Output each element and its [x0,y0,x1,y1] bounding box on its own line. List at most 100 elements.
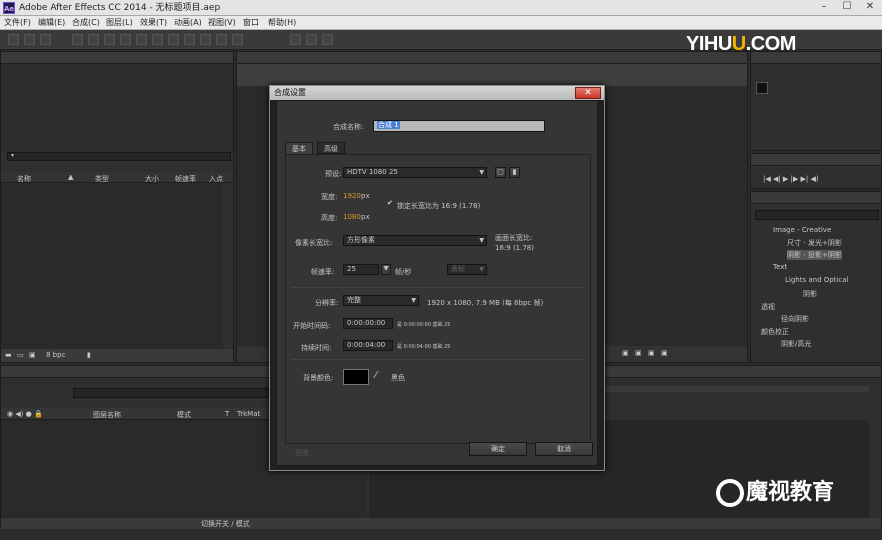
effect-item[interactable]: 颜色校正 [761,327,789,337]
project-panel-header [1,52,233,64]
duration-input[interactable]: 0:00:04:00 [343,340,393,351]
effect-item[interactable]: Image - Creative [773,226,831,234]
selection-tool-icon[interactable] [8,34,19,45]
eyedropper-icon[interactable]: ⁄ [375,370,377,381]
menu-composition[interactable]: 合成(C) [72,17,100,29]
ae-app-icon: Ae [3,2,15,14]
preview-checkbox-label[interactable]: 预览 [295,448,309,458]
new-folder-icon[interactable]: ▭ [17,351,24,359]
par-select[interactable]: 方形像素 ▼ [343,235,487,246]
clone-tool-icon[interactable] [184,34,195,45]
effect-item[interactable]: Lights and Optical [785,276,848,284]
width-label: 宽度: [321,193,338,201]
close-icon[interactable]: ✕ [859,0,881,14]
timeline-icon[interactable]: ▣ [648,349,655,357]
effects-search-input[interactable] [755,210,879,220]
height-unit: px [361,213,370,221]
effect-item[interactable]: 阴影 [803,289,817,299]
resolution-select[interactable]: 完整 ▼ [343,295,419,306]
title-bar: Ae Adobe After Effects CC 2014 - 无标题项目.a… [0,0,882,16]
menu-animation[interactable]: 动画(A) [174,17,202,29]
menu-file[interactable]: 文件(F) [4,17,31,29]
bg-color-swatch[interactable] [343,369,369,385]
new-comp-icon[interactable]: ▣ [29,351,36,359]
resolution-info: 1920 x 1080, 7.9 MB (每 8bpc 帧) [427,299,544,307]
puppet-tool-icon[interactable] [232,34,243,45]
moshi-watermark: 魔视教育 [716,474,834,507]
save-preset-icon[interactable]: ▢ [495,167,506,178]
menu-help[interactable]: 帮助(H) [268,17,296,29]
menu-view[interactable]: 视图(V) [208,17,236,29]
preview-panel-header [751,154,881,166]
bpc-label[interactable]: 8 bpc [46,351,65,359]
toggle-switches-modes[interactable]: 切换开关 / 模式 [201,519,250,529]
brush-tool-icon[interactable] [168,34,179,45]
preset-select[interactable]: HDTV 1080 25 ▼ [343,167,487,178]
lock-aspect-checkbox[interactable]: ✔ [387,199,393,207]
maximize-icon[interactable]: ☐ [836,0,858,14]
delete-icon[interactable]: ▮ [87,351,91,359]
menu-effect[interactable]: 效果(T) [140,17,167,29]
hand-tool-icon[interactable] [24,34,35,45]
pan-behind-tool-icon[interactable] [104,34,115,45]
dialog-close-button[interactable]: ✕ [575,87,601,99]
column-layer-name[interactable]: 图层名称 [93,410,121,420]
menu-window[interactable]: 窗口 [243,17,259,29]
effects-panel-header [751,192,881,204]
axis-icon[interactable] [306,34,317,45]
height-value[interactable]: 1080 [343,213,361,221]
project-panel: ▾ 名称 ▲ 类型 大小 帧速率 入点 ▬ ▭ ▣ 8 bpc ▮ [0,51,234,363]
effect-item[interactable]: 透视 [761,302,775,312]
sort-asc-icon[interactable]: ▲ [68,173,73,181]
tab-basic[interactable]: 基本 [285,142,313,154]
effect-item[interactable]: Text [773,263,787,271]
camera-tool-icon[interactable] [88,34,99,45]
view-icon[interactable]: ▣ [622,349,629,357]
fps-dropdown-icon[interactable]: ▼ [381,264,391,275]
effect-item[interactable]: 径向阴影 [781,314,809,324]
delete-preset-icon[interactable]: ▮ [509,167,520,178]
text-tool-icon[interactable] [152,34,163,45]
snap-icon[interactable] [290,34,301,45]
preset-label: 预设: [325,170,342,178]
local-axis-icon[interactable] [322,34,333,45]
zoom-tool-icon[interactable] [40,34,51,45]
menu-layer[interactable]: 图层(L) [106,17,133,29]
color-swatch [756,82,768,94]
effect-item-selected[interactable]: 阴影 - 投影+阴影 [787,250,842,260]
composition-settings-dialog: 合成设置 ✕ 合成名称: 合成 1 基本 高级 预设: HDTV 1080 25… [269,85,605,471]
fast-preview-icon[interactable]: ▣ [635,349,642,357]
effect-item[interactable]: 阴影/高光 [781,339,811,349]
roto-tool-icon[interactable] [216,34,227,45]
project-list[interactable] [1,183,223,349]
tab-advanced[interactable]: 高级 [317,142,345,154]
width-unit: px [361,192,370,200]
width-value[interactable]: 1920 [343,192,361,200]
column-trkmat[interactable]: TrkMat [237,410,260,418]
menu-edit[interactable]: 编辑(E) [38,17,65,29]
column-mode[interactable]: 模式 [177,410,191,420]
pen-tool-icon[interactable] [136,34,147,45]
av-features-icon[interactable]: ◉ ◀) ● 🔒 [7,410,43,418]
eraser-tool-icon[interactable] [200,34,211,45]
project-search-input[interactable]: ▾ [7,152,231,161]
cancel-button[interactable]: 取消 [535,442,593,456]
project-scrollbar[interactable] [223,183,233,349]
duration-label: 持续时间: [301,344,332,352]
start-tc-input[interactable]: 0:00:00:00 [343,318,393,329]
preview-controls-icon[interactable]: |◀ ◀| ▶ |▶ ▶| ◀) [763,175,819,183]
bg-color-name: 黑色 [391,374,405,382]
column-t[interactable]: T [225,410,229,418]
rotate-tool-icon[interactable] [72,34,83,45]
flowchart-icon[interactable]: ▣ [661,349,668,357]
ok-button[interactable]: 确定 [469,442,527,456]
divider [291,287,585,288]
timeline-search-input[interactable] [73,388,269,398]
fps-input[interactable]: 25 [343,264,379,275]
drop-frame-select[interactable]: 丢帧 ▼ [447,264,487,275]
minimize-icon[interactable]: – [813,0,835,14]
effect-item[interactable]: 尺寸 - 发光+阴影 [787,238,842,248]
mask-tool-icon[interactable] [120,34,131,45]
interpret-footage-icon[interactable]: ▬ [5,351,12,359]
comp-name-input[interactable]: 合成 1 [373,120,545,132]
